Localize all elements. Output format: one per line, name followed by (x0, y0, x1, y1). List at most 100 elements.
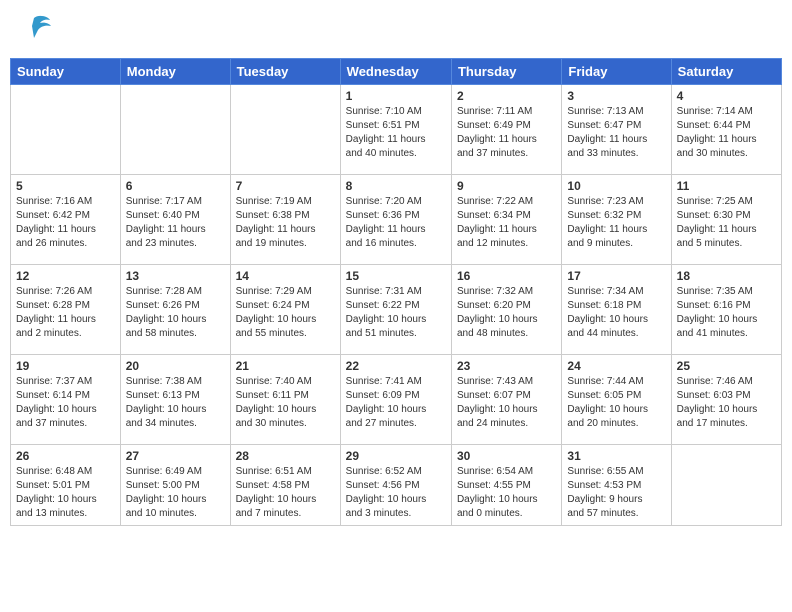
day-info: Sunrise: 7:26 AM Sunset: 6:28 PM Dayligh… (16, 285, 115, 341)
calendar-header-row: SundayMondayTuesdayWednesdayThursdayFrid… (11, 59, 782, 85)
calendar-cell (230, 85, 340, 175)
day-number: 28 (236, 449, 335, 463)
calendar-cell: 12 Sunrise: 7:26 AM Sunset: 6:28 PM Dayli… (11, 265, 121, 355)
day-number: 11 (677, 179, 776, 193)
calendar-cell: 5 Sunrise: 7:16 AM Sunset: 6:42 PM Daylig… (11, 175, 121, 265)
day-number: 14 (236, 269, 335, 283)
calendar-cell: 30Sunrise: 6:54 AM Sunset: 4:55 PM Dayli… (451, 445, 561, 526)
day-info: Sunrise: 7:43 AM Sunset: 6:07 PM Dayligh… (457, 375, 556, 431)
day-number: 6 (126, 179, 225, 193)
day-number: 2 (457, 89, 556, 103)
calendar-week-row: 26Sunrise: 6:48 AM Sunset: 5:01 PM Dayli… (11, 445, 782, 526)
calendar-cell: 11 Sunrise: 7:25 AM Sunset: 6:30 PM Dayli… (671, 175, 781, 265)
calendar-cell: 4 Sunrise: 7:14 AM Sunset: 6:44 PM Daylig… (671, 85, 781, 175)
calendar-week-row: 12 Sunrise: 7:26 AM Sunset: 6:28 PM Dayli… (11, 265, 782, 355)
day-number: 20 (126, 359, 225, 373)
day-number: 10 (567, 179, 665, 193)
day-info: Sunrise: 7:29 AM Sunset: 6:24 PM Dayligh… (236, 285, 335, 341)
day-info: Sunrise: 7:10 AM Sunset: 6:51 PM Dayligh… (346, 105, 446, 161)
calendar-cell: 2 Sunrise: 7:11 AM Sunset: 6:49 PM Daylig… (451, 85, 561, 175)
day-number: 7 (236, 179, 335, 193)
calendar-week-row: 19 Sunrise: 7:37 AM Sunset: 6:14 PM Dayli… (11, 355, 782, 445)
day-number: 5 (16, 179, 115, 193)
weekday-header: Tuesday (230, 59, 340, 85)
weekday-header: Friday (562, 59, 671, 85)
day-number: 16 (457, 269, 556, 283)
day-info: Sunrise: 7:13 AM Sunset: 6:47 PM Dayligh… (567, 105, 665, 161)
day-info: Sunrise: 7:38 AM Sunset: 6:13 PM Dayligh… (126, 375, 225, 431)
day-number: 15 (346, 269, 446, 283)
calendar-cell: 28 Sunrise: 6:51 AM Sunset: 4:58 PM Dayli… (230, 445, 340, 526)
calendar-table: SundayMondayTuesdayWednesdayThursdayFrid… (10, 58, 782, 526)
day-info: Sunrise: 7:14 AM Sunset: 6:44 PM Dayligh… (677, 105, 776, 161)
calendar-cell: 1 Sunrise: 7:10 AM Sunset: 6:51 PM Daylig… (340, 85, 451, 175)
day-info: Sunrise: 7:34 AM Sunset: 6:18 PM Dayligh… (567, 285, 665, 341)
day-number: 17 (567, 269, 665, 283)
calendar-cell: 14 Sunrise: 7:29 AM Sunset: 6:24 PM Dayli… (230, 265, 340, 355)
calendar-cell: 29 Sunrise: 6:52 AM Sunset: 4:56 PM Dayli… (340, 445, 451, 526)
day-info: Sunrise: 7:17 AM Sunset: 6:40 PM Dayligh… (126, 195, 225, 251)
day-info: Sunrise: 6:52 AM Sunset: 4:56 PM Dayligh… (346, 465, 446, 521)
day-info: Sunrise: 7:28 AM Sunset: 6:26 PM Dayligh… (126, 285, 225, 341)
day-number: 13 (126, 269, 225, 283)
weekday-header: Saturday (671, 59, 781, 85)
weekday-header: Sunday (11, 59, 121, 85)
calendar-cell: 20 Sunrise: 7:38 AM Sunset: 6:13 PM Dayli… (120, 355, 230, 445)
calendar-cell: 31 Sunrise: 6:55 AM Sunset: 4:53 PM Dayli… (562, 445, 671, 526)
day-number: 31 (567, 449, 665, 463)
calendar-cell: 10Sunrise: 7:23 AM Sunset: 6:32 PM Dayli… (562, 175, 671, 265)
day-info: Sunrise: 6:55 AM Sunset: 4:53 PM Dayligh… (567, 465, 665, 521)
day-number: 3 (567, 89, 665, 103)
day-number: 30 (457, 449, 556, 463)
day-number: 26 (16, 449, 115, 463)
day-number: 8 (346, 179, 446, 193)
day-number: 24 (567, 359, 665, 373)
day-number: 29 (346, 449, 446, 463)
calendar-cell: 16Sunrise: 7:32 AM Sunset: 6:20 PM Dayli… (451, 265, 561, 355)
calendar-cell: 15Sunrise: 7:31 AM Sunset: 6:22 PM Dayli… (340, 265, 451, 355)
day-info: Sunrise: 6:49 AM Sunset: 5:00 PM Dayligh… (126, 465, 225, 521)
day-info: Sunrise: 7:22 AM Sunset: 6:34 PM Dayligh… (457, 195, 556, 251)
day-info: Sunrise: 7:44 AM Sunset: 6:05 PM Dayligh… (567, 375, 665, 431)
calendar-cell: 21Sunrise: 7:40 AM Sunset: 6:11 PM Dayli… (230, 355, 340, 445)
calendar-cell: 25 Sunrise: 7:46 AM Sunset: 6:03 PM Dayli… (671, 355, 781, 445)
calendar-cell: 18 Sunrise: 7:35 AM Sunset: 6:16 PM Dayli… (671, 265, 781, 355)
day-info: Sunrise: 7:37 AM Sunset: 6:14 PM Dayligh… (16, 375, 115, 431)
logo (14, 10, 58, 50)
day-number: 9 (457, 179, 556, 193)
calendar-cell: 17 Sunrise: 7:34 AM Sunset: 6:18 PM Dayli… (562, 265, 671, 355)
calendar-cell: 13 Sunrise: 7:28 AM Sunset: 6:26 PM Dayli… (120, 265, 230, 355)
day-number: 18 (677, 269, 776, 283)
day-info: Sunrise: 6:51 AM Sunset: 4:58 PM Dayligh… (236, 465, 335, 521)
calendar-cell: 9 Sunrise: 7:22 AM Sunset: 6:34 PM Daylig… (451, 175, 561, 265)
calendar-cell: 6 Sunrise: 7:17 AM Sunset: 6:40 PM Daylig… (120, 175, 230, 265)
calendar-cell: 27Sunrise: 6:49 AM Sunset: 5:00 PM Dayli… (120, 445, 230, 526)
day-info: Sunrise: 7:35 AM Sunset: 6:16 PM Dayligh… (677, 285, 776, 341)
calendar-cell (11, 85, 121, 175)
calendar-cell: 19 Sunrise: 7:37 AM Sunset: 6:14 PM Dayli… (11, 355, 121, 445)
day-number: 1 (346, 89, 446, 103)
day-info: Sunrise: 7:25 AM Sunset: 6:30 PM Dayligh… (677, 195, 776, 251)
logo-icon (14, 10, 54, 50)
calendar-cell: 3 Sunrise: 7:13 AM Sunset: 6:47 PM Daylig… (562, 85, 671, 175)
day-number: 25 (677, 359, 776, 373)
calendar-cell: 22Sunrise: 7:41 AM Sunset: 6:09 PM Dayli… (340, 355, 451, 445)
day-info: Sunrise: 7:16 AM Sunset: 6:42 PM Dayligh… (16, 195, 115, 251)
day-info: Sunrise: 7:19 AM Sunset: 6:38 PM Dayligh… (236, 195, 335, 251)
calendar-cell: 7 Sunrise: 7:19 AM Sunset: 6:38 PM Daylig… (230, 175, 340, 265)
day-info: Sunrise: 7:20 AM Sunset: 6:36 PM Dayligh… (346, 195, 446, 251)
day-info: Sunrise: 7:11 AM Sunset: 6:49 PM Dayligh… (457, 105, 556, 161)
day-info: Sunrise: 7:40 AM Sunset: 6:11 PM Dayligh… (236, 375, 335, 431)
calendar-cell: 23Sunrise: 7:43 AM Sunset: 6:07 PM Dayli… (451, 355, 561, 445)
page-header (10, 10, 782, 50)
day-info: Sunrise: 7:46 AM Sunset: 6:03 PM Dayligh… (677, 375, 776, 431)
calendar-week-row: 1 Sunrise: 7:10 AM Sunset: 6:51 PM Daylig… (11, 85, 782, 175)
day-number: 19 (16, 359, 115, 373)
calendar-cell (120, 85, 230, 175)
day-number: 4 (677, 89, 776, 103)
weekday-header: Monday (120, 59, 230, 85)
day-number: 12 (16, 269, 115, 283)
calendar-cell: 26Sunrise: 6:48 AM Sunset: 5:01 PM Dayli… (11, 445, 121, 526)
calendar-cell (671, 445, 781, 526)
weekday-header: Thursday (451, 59, 561, 85)
